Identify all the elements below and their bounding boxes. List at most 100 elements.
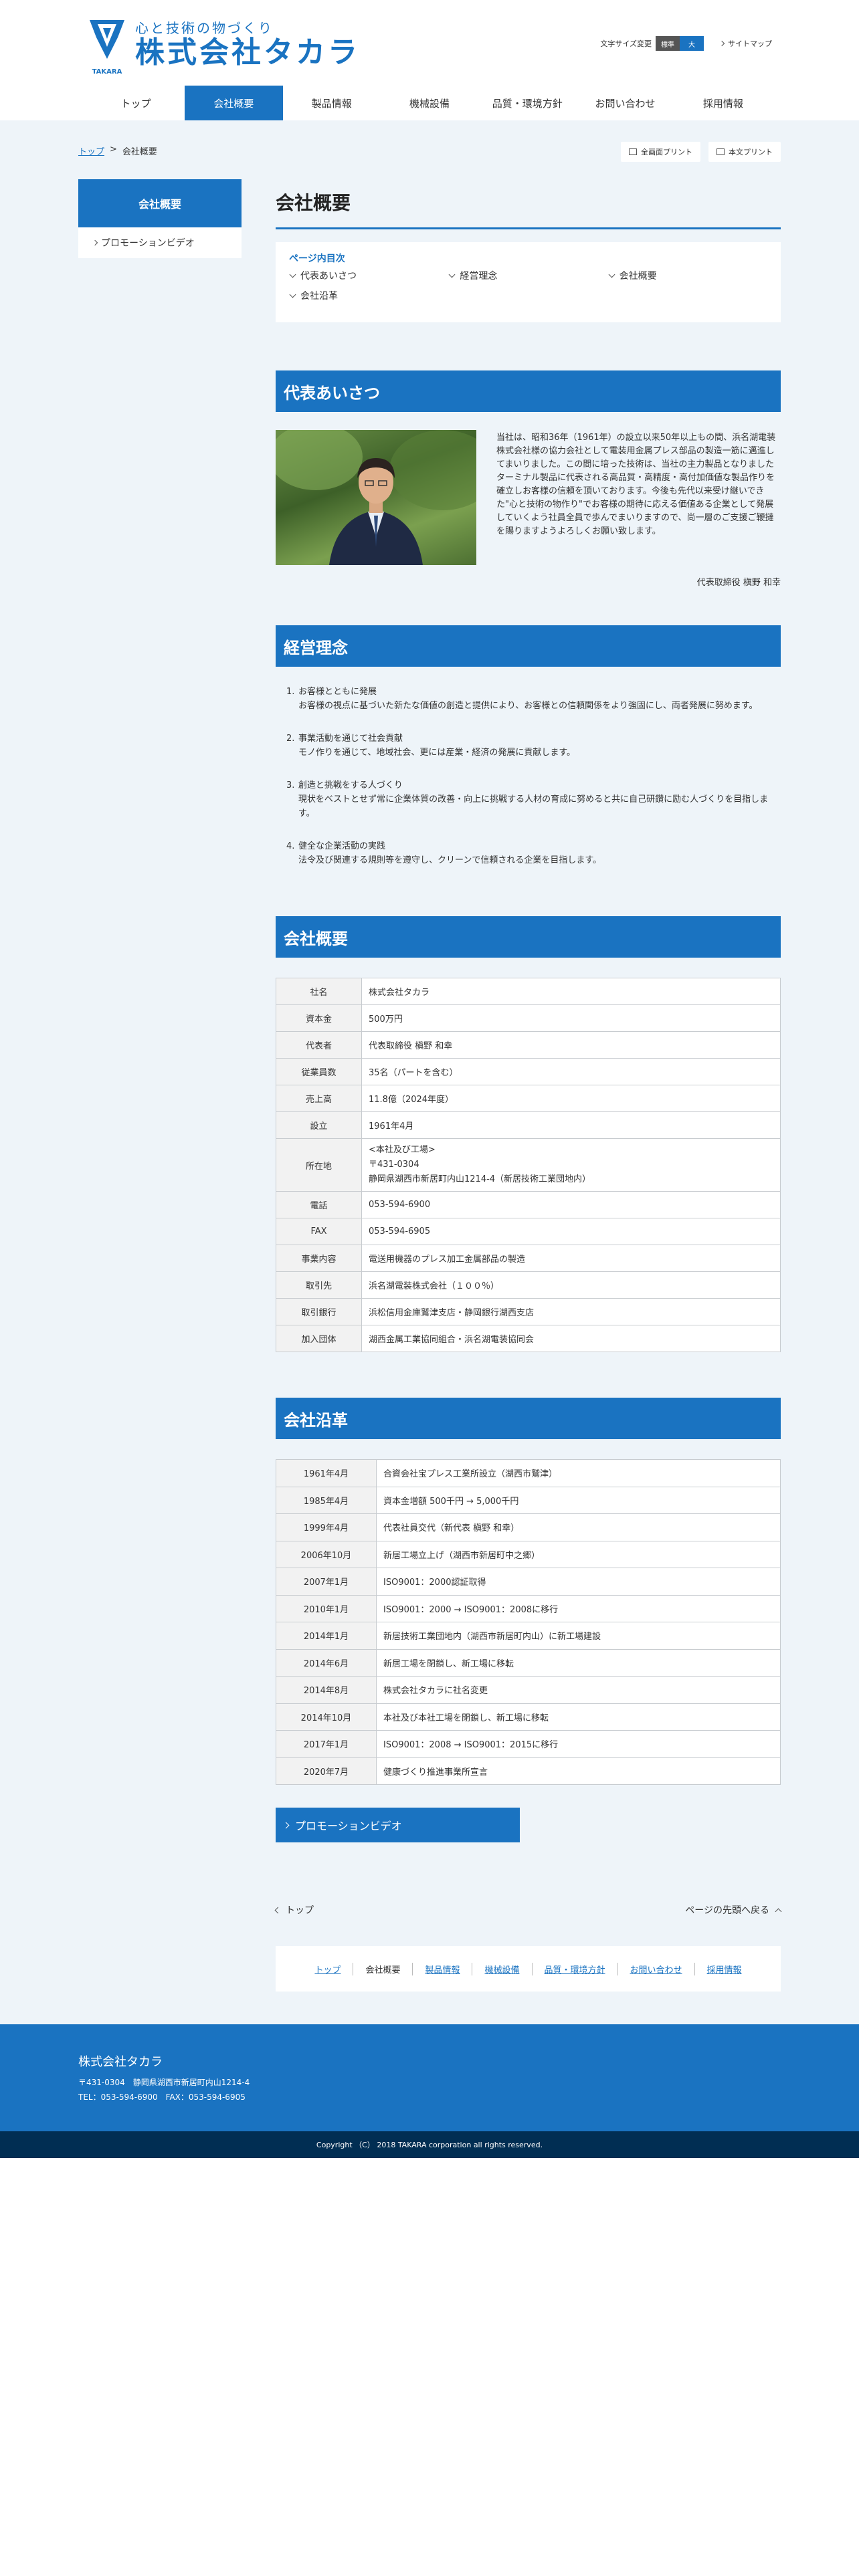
greeting-signature: 代表取締役 槇野 和幸 xyxy=(696,578,781,588)
footer-link-equipment[interactable]: 機械設備 xyxy=(472,1962,531,1975)
row-value: 電送用機器のプレス加工金属部品の製造 xyxy=(361,1245,781,1272)
history-heading: 会社沿革 xyxy=(276,1398,781,1439)
row-date: 2014年10月 xyxy=(276,1703,377,1731)
bottom-nav: トップ ページの先頭へ戻る xyxy=(274,1903,782,1917)
row-value: 浜名湖電装株式会社（１００％） xyxy=(361,1271,781,1299)
nav-item-recruit[interactable]: 採用情報 xyxy=(674,86,772,120)
row-event: 新居技術工業団地内（湖西市新居町内山）に新工場建設 xyxy=(376,1622,781,1650)
table-row: 2014年8月 株式会社タカラに社名変更 xyxy=(276,1676,781,1704)
philosophy-heading: 経営理念 xyxy=(276,625,781,667)
footer-links: トップ 会社概要 製品情報 機械設備 品質・環境方針 お問い合わせ 採用情報 xyxy=(276,1946,781,1992)
takara-logo-icon xyxy=(90,20,124,59)
greeting-heading: 代表あいさつ xyxy=(276,370,781,412)
breadcrumb: トップ > 会社概要 xyxy=(78,144,157,157)
table-row: 2020年7月 健康づくり推進事業所宣言 xyxy=(276,1757,781,1785)
print-full-button[interactable]: 全画面プリント xyxy=(621,142,700,162)
footer-link-recruit[interactable]: 採用情報 xyxy=(694,1962,754,1975)
sidebar-heading[interactable]: 会社概要 xyxy=(78,179,242,227)
promo-video-button[interactable]: プロモーションビデオ xyxy=(276,1808,520,1842)
item-body: 現状をベストとせず常に企業体質の改善・向上に挑戦する人材の育成に努めると共に自己… xyxy=(298,794,769,819)
row-date: 2014年8月 xyxy=(276,1676,377,1704)
footer-link-products[interactable]: 製品情報 xyxy=(412,1962,472,1975)
table-row: 1985年4月 資本金増額 500千円 → 5,000千円 xyxy=(276,1486,781,1514)
profile-heading: 会社概要 xyxy=(276,916,781,958)
footer-address-block: 〒431-0304 静岡県湖西市新居町内山1214-4 TEL：053-594-… xyxy=(78,2075,250,2105)
printer-icon xyxy=(717,148,725,155)
footer-link-company[interactable]: 会社概要 xyxy=(353,1962,412,1975)
list-item: 3. 創造と挑戦をする人づくり現状をベストとせず常に企業体質の改善・向上に挑戦す… xyxy=(286,778,781,821)
footer-company-name: 株式会社タカラ xyxy=(78,2055,163,2069)
row-event: 代表社員交代（新代表 槇野 和幸） xyxy=(376,1513,781,1541)
nav-item-quality[interactable]: 品質・環境方針 xyxy=(478,86,576,120)
row-date: 2014年6月 xyxy=(276,1648,377,1677)
print-body-label: 本文プリント xyxy=(729,148,773,156)
nav-item-top[interactable]: トップ xyxy=(87,86,185,120)
item-title: 創造と挑戦をする人づくり xyxy=(298,780,403,790)
table-row: 2014年1月 新居技術工業団地内（湖西市新居町内山）に新工場建設 xyxy=(276,1622,781,1650)
row-event: ISO9001：2000 → ISO9001：2008に移行 xyxy=(376,1594,781,1622)
row-date: 2006年10月 xyxy=(276,1540,377,1568)
chevron-left-icon xyxy=(274,1907,282,1913)
sitemap-link[interactable]: サイトマップ xyxy=(719,38,772,49)
table-row: 電話 053-594-6900 xyxy=(276,1191,781,1218)
row-event: ISO9001：2008 → ISO9001：2015に移行 xyxy=(376,1730,781,1758)
toc-link-profile[interactable]: 会社概要 xyxy=(608,269,767,282)
footer-link-quality[interactable]: 品質・環境方針 xyxy=(531,1962,617,1975)
font-size-standard-button[interactable]: 標準 xyxy=(656,36,680,51)
table-row: 2017年1月 ISO9001：2008 → ISO9001：2015に移行 xyxy=(276,1730,781,1758)
row-label: 取引銀行 xyxy=(276,1298,362,1325)
table-row: 2010年1月 ISO9001：2000 → ISO9001：2008に移行 xyxy=(276,1594,781,1622)
row-value: 35名（パートを含む） xyxy=(361,1058,781,1085)
footer-link-top[interactable]: トップ xyxy=(302,1963,353,1975)
footer-link-contact[interactable]: お問い合わせ xyxy=(617,1962,694,1975)
font-size-large-button[interactable]: 大 xyxy=(680,36,704,51)
logo-tagline: 心と技術の物づくり xyxy=(135,20,274,36)
nav-item-company[interactable]: 会社概要 xyxy=(185,86,283,120)
row-event: 本社及び本社工場を閉鎖し、新工場に移転 xyxy=(376,1703,781,1731)
row-label: 取引先 xyxy=(276,1271,362,1299)
site-logo[interactable]: TAKARA 心と技術の物づくり 株式会社タカラ xyxy=(87,17,360,76)
toc-link-history[interactable]: 会社沿革 xyxy=(289,289,448,302)
nav-item-products[interactable]: 製品情報 xyxy=(283,86,381,120)
chevron-right-icon xyxy=(719,40,725,47)
row-value: 湖西金属工業協同組合・浜名湖電装協同会 xyxy=(361,1325,781,1352)
row-value: 浜松信用金庫鷲津支店・静岡銀行湖西支店 xyxy=(361,1298,781,1325)
row-value: 代表取締役 槇野 和幸 xyxy=(361,1031,781,1059)
page-top-link[interactable]: ページの先頭へ戻る xyxy=(685,1903,782,1917)
table-row: 取引先 浜名湖電装株式会社（１００％） xyxy=(276,1271,781,1299)
back-to-top-link[interactable]: トップ xyxy=(274,1903,314,1917)
toc-link-philosophy[interactable]: 経営理念 xyxy=(448,269,607,282)
history-table: 1961年4月 合資会社宝プレス工業所設立（湖西市鷲津） 1985年4月 資本金増額… xyxy=(276,1459,781,1785)
site-footer: 株式会社タカラ 〒431-0304 静岡県湖西市新居町内山1214-4 TEL：… xyxy=(0,2024,859,2131)
table-row: 2007年1月 ISO9001：2000認証取得 xyxy=(276,1568,781,1596)
president-portrait-image xyxy=(276,430,476,565)
print-body-button[interactable]: 本文プリント xyxy=(708,142,781,162)
row-event: 株式会社タカラに社名変更 xyxy=(376,1676,781,1704)
row-label: 売上高 xyxy=(276,1085,362,1112)
print-buttons: 全画面プリント 本文プリント xyxy=(621,142,781,162)
row-value: 500万円 xyxy=(361,1004,781,1032)
table-row: 資本金 500万円 xyxy=(276,1004,781,1032)
sitemap-label: サイトマップ xyxy=(728,39,772,48)
nav-item-contact[interactable]: お問い合わせ xyxy=(576,86,674,120)
utility-bar: 文字サイズ変更 標準 大 サイトマップ xyxy=(600,36,772,51)
breadcrumb-separator: > xyxy=(110,144,117,154)
row-event: 新居工場を閉鎖し、新工場に移転 xyxy=(376,1648,781,1677)
breadcrumb-home-link[interactable]: トップ xyxy=(78,144,104,157)
chevron-down-icon xyxy=(448,271,456,278)
address-line: 静岡県湖西市新居町内山1214-4（新居技術工業団地内） xyxy=(369,1174,591,1184)
toc-link-greeting[interactable]: 代表あいさつ xyxy=(289,269,448,282)
toc-link-label: 経営理念 xyxy=(460,271,498,282)
row-date: 2014年1月 xyxy=(276,1622,377,1650)
row-value: 053-594-6905 xyxy=(361,1218,781,1245)
chevron-down-icon xyxy=(289,271,296,278)
nav-item-equipment[interactable]: 機械設備 xyxy=(381,86,478,120)
row-date: 1985年4月 xyxy=(276,1486,377,1514)
table-row: 売上高 11.8億（2024年度） xyxy=(276,1085,781,1112)
promo-video-label: プロモーションビデオ xyxy=(295,1820,402,1832)
row-label: 代表者 xyxy=(276,1031,362,1059)
sidebar-item-promo-video[interactable]: プロモーションビデオ xyxy=(78,227,242,258)
row-label: 従業員数 xyxy=(276,1058,362,1085)
item-number: 3. xyxy=(286,780,295,790)
global-nav: トップ 会社概要 製品情報 機械設備 品質・環境方針 お問い合わせ 採用情報 xyxy=(87,86,772,120)
